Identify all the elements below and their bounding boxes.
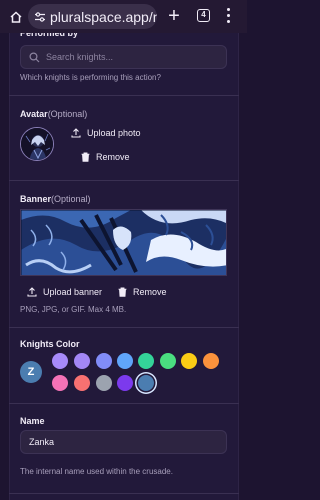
new-tab-icon[interactable]: + bbox=[165, 6, 183, 26]
banner-image bbox=[21, 210, 226, 275]
name-help: The internal name used within the crusad… bbox=[20, 467, 173, 476]
upload-icon bbox=[27, 287, 37, 297]
divider bbox=[9, 403, 239, 404]
site-settings-icon[interactable] bbox=[34, 11, 46, 23]
avatar-preview bbox=[20, 127, 54, 161]
knight-search-field[interactable] bbox=[20, 45, 227, 69]
divider bbox=[9, 95, 239, 96]
tab-count: 4 bbox=[201, 10, 206, 19]
name-label: Name bbox=[20, 416, 45, 426]
knights-color-label: Knights Color bbox=[20, 339, 80, 349]
remove-avatar-label: Remove bbox=[96, 152, 130, 162]
remove-banner-label: Remove bbox=[133, 287, 167, 297]
avatar-label-text: Avatar bbox=[20, 109, 48, 119]
upload-banner-label: Upload banner bbox=[43, 287, 103, 297]
color-preview-badge: Z bbox=[20, 361, 42, 383]
upload-photo-label: Upload photo bbox=[87, 128, 141, 138]
color-swatch[interactable] bbox=[96, 375, 112, 391]
color-swatch[interactable] bbox=[138, 353, 154, 369]
color-swatch[interactable] bbox=[52, 375, 68, 391]
color-swatch[interactable] bbox=[74, 375, 90, 391]
banner-label: Banner(Optional) bbox=[20, 194, 91, 204]
knight-search-input[interactable] bbox=[46, 52, 216, 62]
address-bar[interactable]: pluralspace.app/m bbox=[28, 4, 157, 29]
color-swatch[interactable] bbox=[117, 353, 133, 369]
name-field[interactable] bbox=[20, 430, 227, 454]
banner-preview bbox=[20, 209, 227, 276]
search-icon bbox=[29, 51, 40, 62]
upload-banner-button[interactable]: Upload banner bbox=[27, 287, 102, 297]
divider bbox=[9, 327, 239, 328]
url-text: pluralspace.app/m bbox=[50, 8, 157, 25]
home-icon[interactable] bbox=[9, 10, 23, 24]
trash-icon bbox=[118, 287, 127, 297]
performed-by-help: Which knights is performing this action? bbox=[20, 73, 161, 82]
divider bbox=[9, 493, 239, 494]
color-swatch[interactable] bbox=[96, 353, 112, 369]
avatar-optional: (Optional) bbox=[47, 109, 88, 119]
tab-switcher-button[interactable]: 4 bbox=[197, 9, 210, 22]
color-swatch[interactable] bbox=[160, 353, 176, 369]
upload-photo-button[interactable]: Upload photo bbox=[71, 128, 141, 138]
color-swatch[interactable] bbox=[203, 353, 219, 369]
color-swatch-selected[interactable] bbox=[138, 375, 154, 391]
color-swatch[interactable] bbox=[117, 375, 133, 391]
avatar-label: Avatar(Optional) bbox=[20, 109, 87, 119]
trash-icon bbox=[81, 152, 90, 162]
banner-optional: (Optional) bbox=[51, 194, 91, 204]
name-input[interactable] bbox=[29, 437, 219, 447]
banner-label-text: Banner bbox=[20, 194, 52, 204]
banner-help: PNG, JPG, or GIF. Max 4 MB. bbox=[20, 305, 127, 314]
more-menu-icon[interactable] bbox=[227, 8, 231, 24]
upload-icon bbox=[71, 128, 81, 138]
color-swatch[interactable] bbox=[74, 353, 90, 369]
color-swatch[interactable] bbox=[52, 353, 68, 369]
remove-banner-button[interactable]: Remove bbox=[118, 287, 167, 297]
color-swatch[interactable] bbox=[181, 353, 197, 369]
remove-avatar-button[interactable]: Remove bbox=[81, 152, 130, 162]
divider bbox=[9, 180, 239, 181]
